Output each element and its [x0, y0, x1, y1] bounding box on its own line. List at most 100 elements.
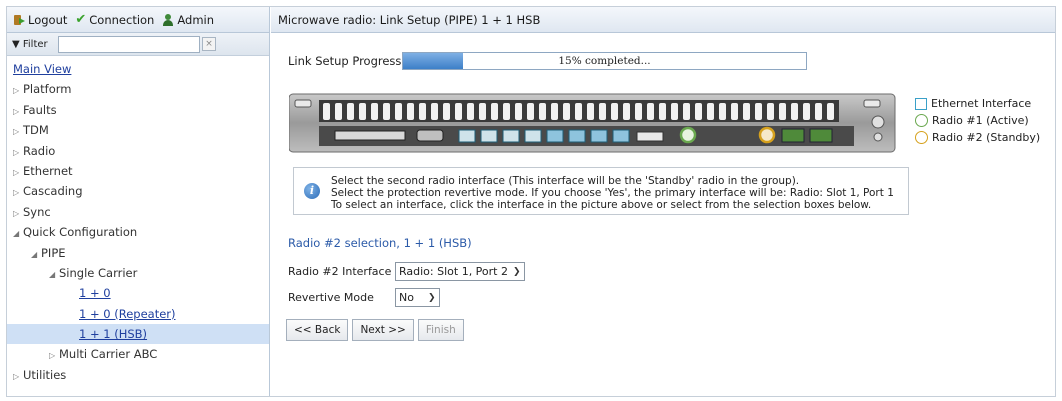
tree-item[interactable]: ▷ Utilities [7, 365, 269, 385]
tree-item[interactable]: ▷ Radio [7, 141, 269, 161]
cooling-fin [707, 103, 714, 120]
device-front-panel[interactable] [289, 92, 899, 157]
cooling-fin [611, 103, 618, 120]
filter-label[interactable]: ▼ Filter [12, 39, 58, 50]
cooling-fin [371, 103, 378, 120]
tree-item[interactable]: 1 + 0 [7, 283, 269, 303]
cooling-fin [491, 103, 498, 120]
radio-2-interface-value: Radio: Slot 1, Port 2 [399, 265, 508, 278]
collapsed-arrow-icon[interactable]: ▷ [13, 102, 23, 122]
cooling-fin [407, 103, 414, 120]
cooling-fin [539, 103, 546, 120]
tree-item[interactable]: ▷ Platform [7, 79, 269, 99]
tree-item[interactable]: 1 + 1 (HSB) [7, 324, 269, 345]
info-text: Select the second radio interface (This … [331, 175, 894, 211]
tree-item[interactable]: Main View [7, 59, 269, 79]
connection-button[interactable]: ✔ Connection [75, 12, 154, 27]
radio-2-interface-select[interactable]: Radio: Slot 1, Port 2 ❯ [395, 262, 525, 281]
cooling-fin [803, 103, 810, 120]
finish-button[interactable]: Finish [417, 319, 464, 341]
radio-1-port[interactable] [679, 126, 697, 144]
page-title: Microwave radio: Link Setup (PIPE) 1 + 1… [271, 7, 1055, 33]
progress-text: 15% completed... [558, 55, 651, 67]
revertive-mode-select[interactable]: No ❯ [395, 288, 440, 307]
info-line-2: Select the protection revertive mode. If… [331, 187, 894, 199]
tree-item[interactable]: ▷ Faults [7, 100, 269, 120]
tree-item-label: Cascading [23, 184, 83, 199]
clear-filter-button[interactable]: × [202, 37, 216, 51]
wizard-buttons: << Back Next >> Finish [286, 319, 464, 341]
cooling-fin [563, 103, 570, 120]
cooling-fin [695, 103, 702, 120]
radio-2-interface-label: Radio #2 Interface [288, 265, 392, 278]
legend-ethernet: Ethernet Interface [915, 95, 1040, 112]
interface-legend: Ethernet Interface Radio #1 (Active) Rad… [915, 95, 1040, 146]
cooling-fin [383, 103, 390, 120]
back-button[interactable]: << Back [286, 319, 349, 341]
collapsed-arrow-icon[interactable]: ▷ [13, 122, 23, 142]
collapsed-arrow-icon[interactable]: ▷ [13, 367, 23, 387]
info-line-1: Select the second radio interface (This … [331, 175, 800, 187]
cooling-fin [719, 103, 726, 120]
tree-item[interactable]: ▷ Ethernet [7, 161, 269, 181]
cooling-fin [323, 103, 330, 120]
navigation-tree: Main View ▷ Platform ▷ Faults ▷ TDM ▷ Radio ▷ Ethe… [7, 56, 269, 385]
connection-label: Connection [89, 12, 155, 27]
progress-label: Link Setup Progress [288, 54, 402, 68]
collapsed-arrow-icon[interactable]: ▷ [13, 163, 23, 183]
cooling-fin [743, 103, 750, 120]
cooling-fin [659, 103, 666, 120]
tree-item[interactable]: ▷ Multi Carrier ABC [7, 344, 269, 364]
tree-item-label: Multi Carrier ABC [59, 347, 158, 362]
tree-item-label: 1 + 0 [79, 286, 111, 301]
tree-item-label: Quick Configuration [23, 225, 138, 240]
main-panel: Microwave radio: Link Setup (PIPE) 1 + 1… [271, 7, 1055, 396]
legend-ethernet-label: Ethernet Interface [931, 97, 1032, 110]
cooling-fin [335, 103, 342, 120]
collapsed-arrow-icon[interactable]: ▷ [13, 183, 23, 203]
cooling-fin [779, 103, 786, 120]
progress-row: Link Setup Progress 15% completed... [288, 52, 807, 70]
tree-item-label: Radio [23, 143, 56, 158]
cooling-fin [419, 103, 426, 120]
radio-2-port[interactable] [758, 126, 776, 144]
checkmark-icon: ✔ [75, 12, 87, 27]
info-line-3: To select an interface, click the interf… [331, 199, 872, 211]
admin-button[interactable]: Admin [162, 13, 214, 27]
tree-item[interactable]: ◢ Quick Configuration [7, 222, 269, 242]
logout-button[interactable]: Logout [13, 13, 67, 27]
cooling-fin [587, 103, 594, 120]
cooling-fin [755, 103, 762, 120]
expanded-arrow-icon[interactable]: ◢ [13, 224, 23, 244]
expanded-arrow-icon[interactable]: ◢ [31, 245, 41, 265]
progress-bar: 15% completed... [402, 52, 807, 70]
expanded-arrow-icon[interactable]: ◢ [49, 265, 59, 285]
user-icon [162, 13, 174, 26]
collapsed-arrow-icon[interactable]: ▷ [13, 81, 23, 101]
radio-2-interface-row: Radio #2 Interface Radio: Slot 1, Port 2… [288, 262, 525, 281]
collapsed-arrow-icon[interactable]: ▷ [49, 346, 59, 366]
square-icon [915, 97, 927, 110]
legend-radio-2-label: Radio #2 (Standby) [932, 131, 1041, 144]
tree-item[interactable]: ▷ TDM [7, 120, 269, 140]
collapsed-arrow-icon[interactable]: ▷ [13, 204, 23, 224]
tree-item[interactable]: ◢ PIPE [7, 243, 269, 263]
filter-input[interactable] [58, 35, 200, 53]
tree-item[interactable]: 1 + 0 (Repeater) [7, 304, 269, 324]
cooling-fin [455, 103, 462, 120]
tree-item[interactable]: ▷ Sync [7, 202, 269, 222]
legend-radio-1-label: Radio #1 (Active) [932, 114, 1029, 127]
cooling-fin [815, 103, 822, 120]
tree-item-label: Sync [23, 204, 51, 219]
tree-item[interactable]: ◢ Single Carrier [7, 263, 269, 283]
tree-item-label: 1 + 1 (HSB) [79, 327, 148, 342]
legend-radio-1: Radio #1 (Active) [915, 112, 1040, 129]
tree-item-label: Utilities [23, 367, 67, 382]
cooling-fin [683, 103, 690, 120]
cooling-fin [623, 103, 630, 120]
info-box: i Select the second radio interface (Thi… [293, 167, 909, 215]
tree-item[interactable]: ▷ Cascading [7, 181, 269, 201]
collapsed-arrow-icon[interactable]: ▷ [13, 143, 23, 163]
cooling-fin [671, 103, 678, 120]
next-button[interactable]: Next >> [352, 319, 414, 341]
